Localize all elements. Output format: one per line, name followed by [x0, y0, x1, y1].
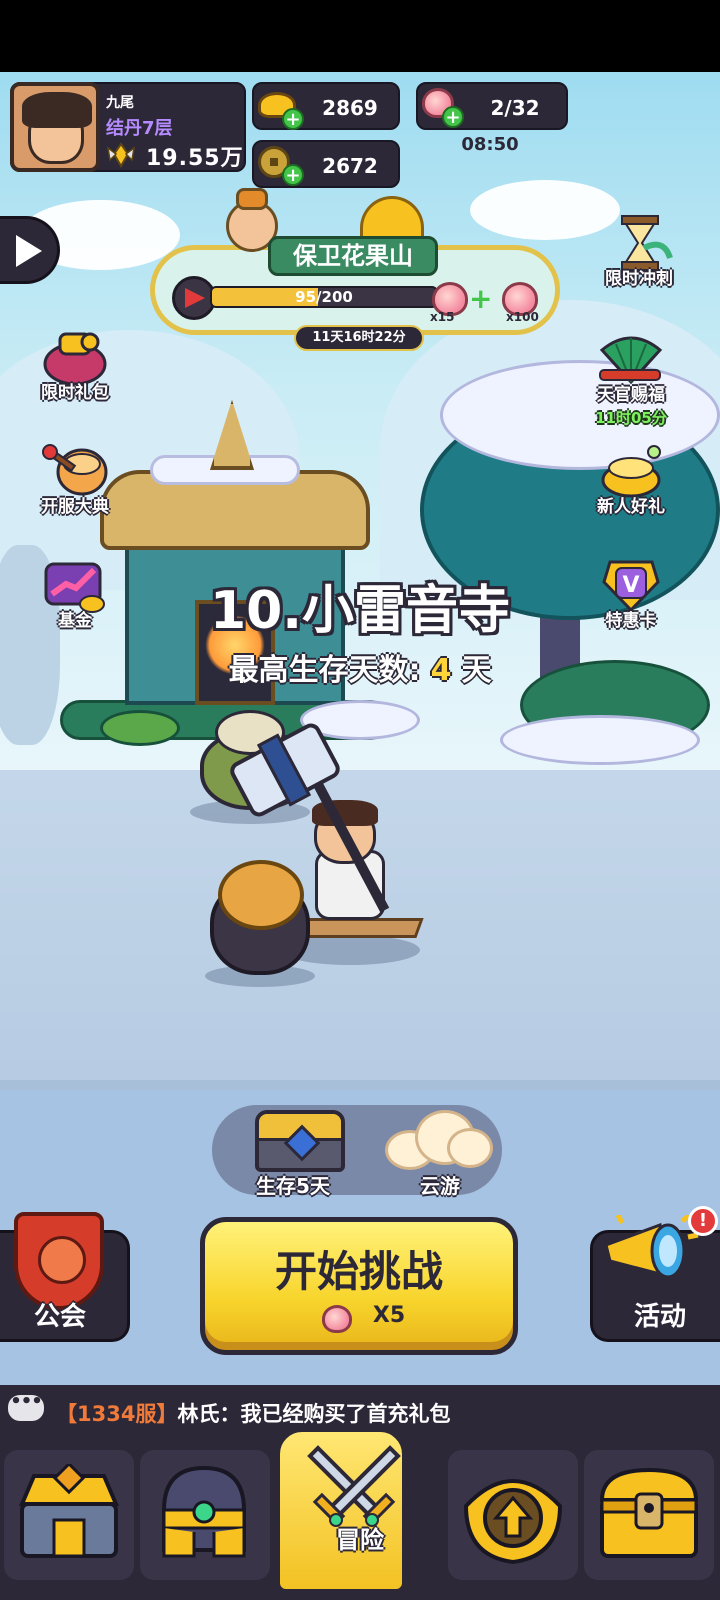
monkey-crown: [236, 188, 268, 210]
chest-label: 生存5天: [256, 1174, 330, 1198]
server-ceremony-button[interactable]: 开服大典: [32, 442, 118, 517]
newbie-gift-button[interactable]: 新人好礼: [588, 442, 674, 517]
avatar-hair: [22, 92, 92, 128]
add-coins-icon[interactable]: +: [282, 164, 304, 186]
treasure-chest-icon: [599, 1467, 699, 1558]
nav-adventure[interactable]: [276, 1428, 406, 1593]
upgrade-arrow-icon: [463, 1479, 563, 1565]
stage-title: 10.小雷音寺: [209, 581, 511, 641]
stamina-timer: 08:50: [461, 134, 519, 155]
side-label: 限时礼包: [41, 383, 109, 403]
event-progress-text: 95/200: [295, 288, 353, 306]
chat-bubble-icon[interactable]: [8, 1391, 44, 1421]
game-screen: 九尾 结丹7层 19.55万 + 2869 + 2672 + 2/32 08:5…: [0, 0, 720, 1600]
tree-snow: [440, 360, 720, 470]
avatar[interactable]: [10, 82, 100, 172]
blessing-timer: 11时05分: [595, 409, 667, 427]
nav-shop[interactable]: [4, 1450, 134, 1580]
reward-qty-right: x100: [506, 310, 539, 324]
events-notification-badge: !: [688, 1206, 718, 1236]
limited-sprint-button[interactable]: 限时冲刺: [596, 214, 682, 289]
nav-treasure[interactable]: [584, 1450, 714, 1580]
player-name: 九尾: [106, 95, 134, 111]
side-label: 开服大典: [41, 497, 109, 517]
best-survival-unit: 天: [461, 653, 492, 688]
cloud-travel-icon[interactable]: [385, 1110, 495, 1170]
flying-board: [296, 918, 424, 938]
shop-chest-icon: [18, 1464, 120, 1558]
player-rank: 结丹7层: [106, 118, 173, 139]
limited-gift-pack-button[interactable]: 限时礼包: [32, 328, 118, 403]
chat-message: 【1334服】林氏：我已经购买了首充礼包: [56, 1398, 450, 1428]
power-wings-icon: [106, 140, 136, 168]
guild-label: 公会: [33, 1302, 86, 1332]
event-countdown: 11天16时22分: [294, 325, 424, 351]
cloud-puff: [447, 1128, 493, 1168]
add-stamina-icon[interactable]: +: [442, 106, 464, 128]
side-label: 天官赐福: [597, 385, 665, 405]
cloud-label: 云游: [420, 1174, 460, 1198]
nav-equipment[interactable]: [140, 1450, 270, 1580]
event-title: 保卫花果山: [268, 236, 438, 276]
gold-amount: 2869: [322, 96, 378, 120]
status-bar-area: [0, 0, 720, 72]
chat-server: 【1334服】: [56, 1402, 178, 1426]
coins-amount: 2672: [322, 154, 378, 178]
side-label: 新人好礼: [597, 497, 665, 517]
start-cost: X5: [372, 1303, 406, 1328]
bush: [100, 710, 180, 746]
plus-icon: +: [469, 282, 493, 315]
best-survival-label: 最高生存天数:: [228, 653, 421, 688]
events-label: 活动: [633, 1302, 686, 1332]
chat-content: 林氏：我已经购买了首充礼包: [177, 1402, 451, 1426]
lion-mane: [218, 860, 304, 930]
player-power: 19.55万: [146, 146, 244, 171]
side-label: 限时冲刺: [605, 269, 673, 289]
heavenly-blessing-button[interactable]: 天官赐福 11时05分: [588, 330, 674, 428]
reward-qty-left: x15: [430, 310, 455, 324]
nav-adventure-label: 冒险: [336, 1526, 384, 1554]
ground-edge: [0, 1080, 720, 1090]
best-survival-value: 4: [430, 653, 452, 688]
nav-upgrade[interactable]: [448, 1450, 578, 1580]
helmet-icon: [162, 1465, 246, 1558]
best-survival: 最高生存天数: 4 天: [0, 645, 720, 689]
horn-icon: [600, 1213, 700, 1285]
stamina-amount: 2/32: [490, 96, 540, 120]
survival-chest-icon[interactable]: [255, 1110, 345, 1172]
add-gold-icon[interactable]: +: [282, 108, 304, 130]
start-challenge-label: 开始挑战: [274, 1247, 443, 1296]
snow-pile: [500, 715, 700, 765]
